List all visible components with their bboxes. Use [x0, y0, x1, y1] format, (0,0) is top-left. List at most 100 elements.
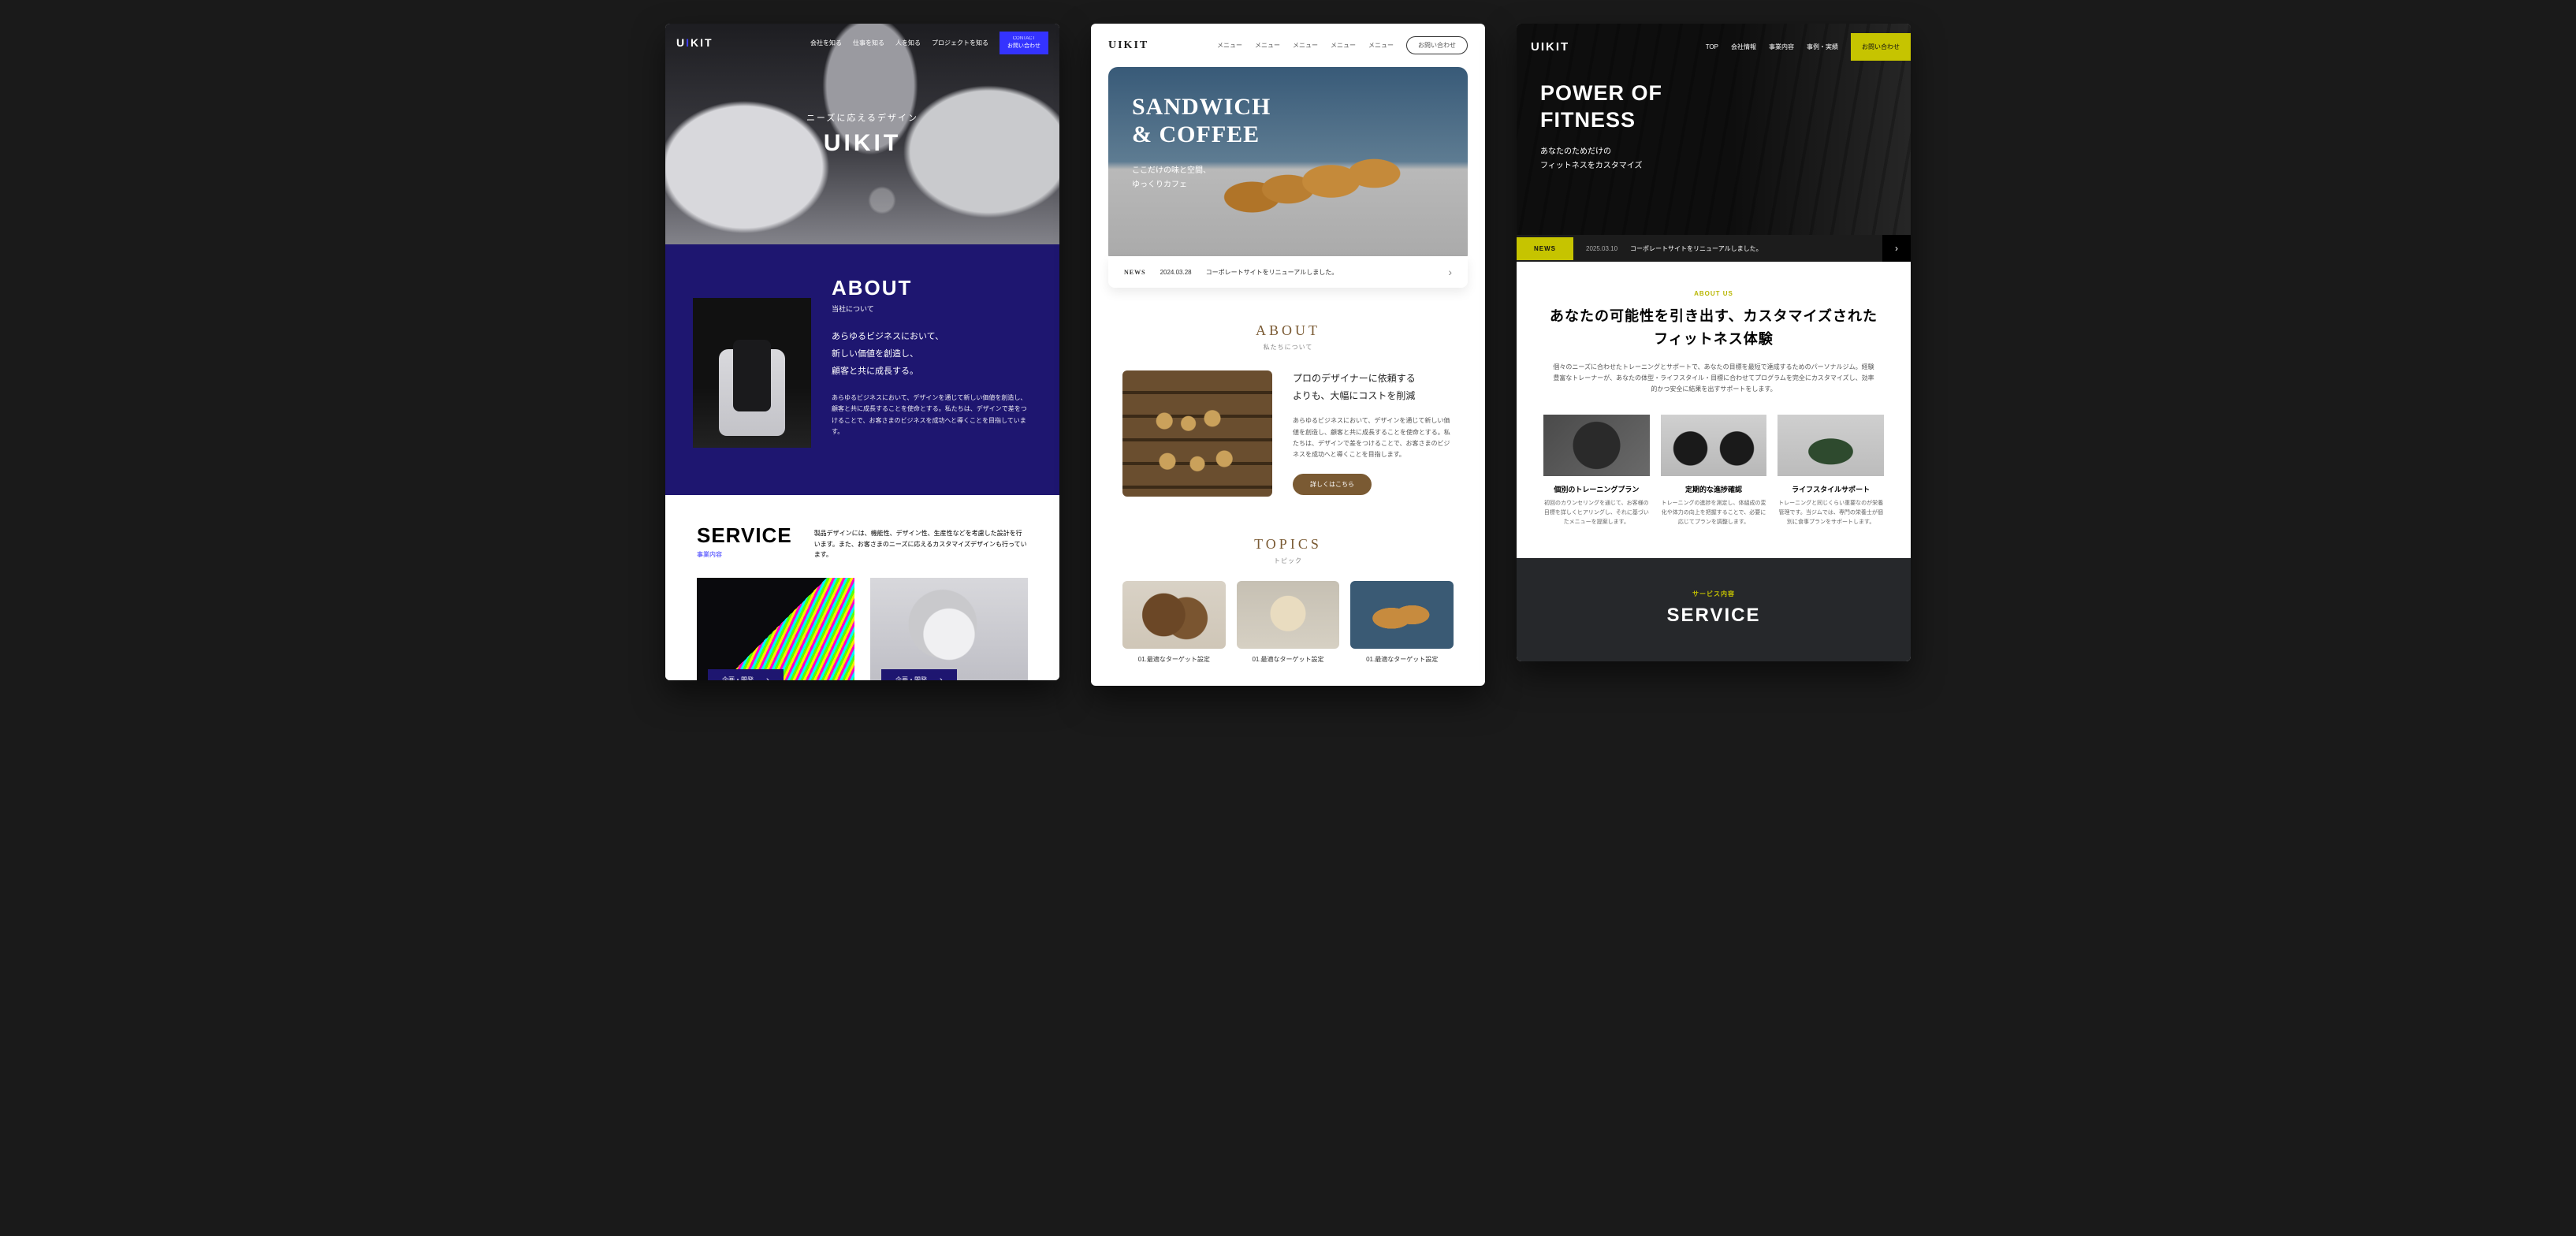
nav: メニュー メニュー メニュー メニュー メニュー お問い合わせ [1217, 36, 1468, 54]
news-label: NEWS [1124, 269, 1146, 276]
about-subheading: 私たちについて [1122, 343, 1454, 352]
topic-item[interactable]: 01.最適なターゲット設定 [1350, 581, 1454, 664]
news-date: 2024.03.28 [1160, 269, 1192, 276]
nav: 会社を知る 仕事を知る 人を知る プロジェクトを知る CONTACT お問い合わ… [810, 32, 1048, 54]
topic-image [1350, 581, 1454, 649]
nav-item[interactable]: メニュー [1217, 41, 1242, 50]
feature-body: 初回のカウンセリングを通じて、お客様の目標を詳しくヒアリングし、それに基づいたメ… [1543, 499, 1650, 527]
hero-title-line2: & COFFEE [1132, 121, 1444, 149]
topic-image [1237, 581, 1340, 649]
topics-section: TOPICS トピック 01.最適なターゲット設定 01.最適なターゲット設定 … [1091, 512, 1485, 686]
hero-title-line1: POWER OF [1540, 80, 1887, 107]
nav-item[interactable]: 人を知る [895, 39, 921, 47]
news-text: コーポレートサイトをリニューアルしました。 [1206, 268, 1338, 277]
nav-item[interactable]: 会社情報 [1731, 43, 1756, 51]
header: UIKIT メニュー メニュー メニュー メニュー メニュー お問い合わせ [1091, 24, 1485, 67]
about-section: ABOUT 当社について あらゆるビジネスにおいて、 新しい価値を創造し、 顧客… [665, 244, 1059, 495]
feature-body: トレーニングと同じくらい重要なのが栄養管理です。当ジムでは、専門の栄養士が個別に… [1778, 499, 1884, 527]
hero-title-line1: SANDWICH [1132, 94, 1444, 121]
topic-title: 01.最適なターゲット設定 [1350, 655, 1454, 664]
nav: TOP 会社情報 事業内容 事例・実績 お問い合わせ [1706, 33, 1911, 61]
nav-item[interactable]: TOP [1706, 43, 1718, 50]
contact-button[interactable]: お問い合わせ [1406, 36, 1468, 54]
logo[interactable]: UIKIT [1108, 39, 1148, 52]
hero: SANDWICH & COFFEE ここだけの味と空間、 ゆっくりカフェ [1108, 67, 1468, 264]
feature-image [1778, 415, 1884, 476]
features-row: 個別のトレーニングプラン 初回のカウンセリングを通じて、お客様の目標を詳しくヒア… [1543, 415, 1884, 527]
service-image [697, 578, 854, 680]
header: UIKIT 会社を知る 仕事を知る 人を知る プロジェクトを知る CONTACT… [665, 24, 1059, 62]
nav-item[interactable]: 仕事を知る [853, 39, 884, 47]
topics-heading: TOPICS [1122, 536, 1454, 553]
feature-heading: 個別のトレーニングプラン [1543, 484, 1650, 494]
details-button[interactable]: 詳しくはこちら [1293, 474, 1372, 495]
service-lead: 製品デザインには、機能性、デザイン性、生産性などを考慮した設計を行います。また、… [814, 523, 1028, 560]
service-tag[interactable]: 企画・開発 [881, 669, 957, 680]
header: UIKIT TOP 会社情報 事業内容 事例・実績 お問い合わせ [1517, 24, 1911, 70]
contact-button[interactable]: お問い合わせ [1851, 33, 1911, 61]
hero-subtitle: あなたのためだけの フィットネスをカスタマイズ [1540, 145, 1887, 173]
feature-body: トレーニングの進捗を測定し、体組成の変化や体力の向上を把握することで、必要に応じ… [1661, 499, 1767, 527]
contact-en: CONTACT [1007, 36, 1040, 43]
nav-item[interactable]: プロジェクトを知る [932, 39, 988, 47]
about-body: あらゆるビジネスにおいて、デザインを通じて新しい価値を創造し、顧客と共に成長する… [1293, 415, 1454, 461]
feature-heading: 定期的な進捗確認 [1661, 484, 1767, 494]
nav-item[interactable]: メニュー [1255, 41, 1280, 50]
feature-image [1661, 415, 1767, 476]
about-lead: あらゆるビジネスにおいて、 新しい価値を創造し、 顧客と共に成長する。 [832, 328, 1032, 380]
about-body: あらゆるビジネスにおいて、デザインを通じて新しい価値を創造し、顧客と共に成長する… [832, 393, 1032, 438]
topic-item[interactable]: 01.最適なターゲット設定 [1122, 581, 1226, 664]
hero-sub-line: ここだけの味と空間、 [1132, 166, 1211, 175]
nav-item[interactable]: 会社を知る [810, 39, 842, 47]
logo[interactable]: UIKIT [676, 36, 713, 49]
about-body: 個々のニーズに合わせたトレーニングとサポートで、あなたの目標を最短で達成するため… [1543, 362, 1884, 396]
nav-item[interactable]: メニュー [1293, 41, 1318, 50]
nav-item[interactable]: 事業内容 [1769, 43, 1794, 51]
service-tag[interactable]: 企画・開発 [708, 669, 784, 680]
contact-button[interactable]: CONTACT お問い合わせ [1000, 32, 1048, 54]
logo-text: KIT [691, 36, 713, 49]
about-image [1122, 370, 1272, 497]
news-date: 2025.03.10 [1573, 245, 1630, 252]
service-subheading: 事業内容 [697, 550, 792, 559]
service-section: SERVICE 事業内容 製品デザインには、機能性、デザイン性、生産性などを考慮… [665, 495, 1059, 680]
service-heading: SERVICE [1517, 605, 1911, 627]
topic-item[interactable]: 01.最適なターゲット設定 [1237, 581, 1340, 664]
logo[interactable]: UIKIT [1531, 40, 1569, 54]
nav-item[interactable]: 事例・実績 [1807, 43, 1838, 51]
feature-heading: ライフスタイルサポート [1778, 484, 1884, 494]
nav-item[interactable]: メニュー [1331, 41, 1356, 50]
about-label: ABOUT US [1543, 290, 1884, 297]
hero-subtitle: ここだけの味と空間、 ゆっくりカフェ [1132, 164, 1444, 192]
topics-subheading: トピック [1122, 557, 1454, 565]
topic-image [1122, 581, 1226, 649]
hero-subtitle: ニーズに応えるデザイン [806, 111, 918, 124]
about-text: ABOUT 当社について あらゆるビジネスにおいて、 新しい価値を創造し、 顧客… [832, 276, 1032, 438]
service-item[interactable]: 企画・開発 [697, 578, 854, 680]
news-bar[interactable]: NEWS 2024.03.28 コーポレートサイトをリニューアルしました。 › [1108, 256, 1468, 288]
feature-image [1543, 415, 1650, 476]
template-card-3: UIKIT TOP 会社情報 事業内容 事例・実績 お問い合わせ POWER O… [1517, 24, 1911, 661]
chevron-right-icon[interactable]: › [1448, 266, 1452, 278]
hero-sub-line: フィットネスをカスタマイズ [1540, 162, 1643, 170]
service-heading: SERVICE [697, 523, 792, 548]
about-heading: ABOUT [832, 276, 1032, 300]
nav-item[interactable]: メニュー [1368, 41, 1394, 50]
contact-jp: お問い合わせ [1007, 43, 1040, 49]
service-image [870, 578, 1028, 680]
about-lead: プロのデザイナーに依頼する よりも、大幅にコストを削減 [1293, 370, 1454, 404]
chevron-right-icon[interactable]: › [1882, 235, 1911, 262]
hero-sub-line: ゆっくりカフェ [1132, 181, 1187, 189]
hero-sub-line: あなたのためだけの [1540, 147, 1611, 156]
about-heading: ABOUT [1122, 322, 1454, 339]
service-item[interactable]: 企画・開発 [870, 578, 1028, 680]
about-heading: あなたの可能性を引き出す、カスタマイズされたフィットネス体験 [1543, 305, 1884, 351]
news-bar[interactable]: NEWS 2025.03.10 コーポレートサイトをリニューアルしました。 › [1517, 235, 1911, 262]
about-subheading: 当社について [832, 303, 1032, 314]
about-image [693, 298, 811, 448]
feature-item: 定期的な進捗確認 トレーニングの進捗を測定し、体組成の変化や体力の向上を把握する… [1661, 415, 1767, 527]
service-label: サービス内容 [1517, 590, 1911, 598]
topic-title: 01.最適なターゲット設定 [1237, 655, 1340, 664]
feature-item: ライフスタイルサポート トレーニングと同じくらい重要なのが栄養管理です。当ジムで… [1778, 415, 1884, 527]
hero-title: UIKIT [824, 130, 901, 157]
